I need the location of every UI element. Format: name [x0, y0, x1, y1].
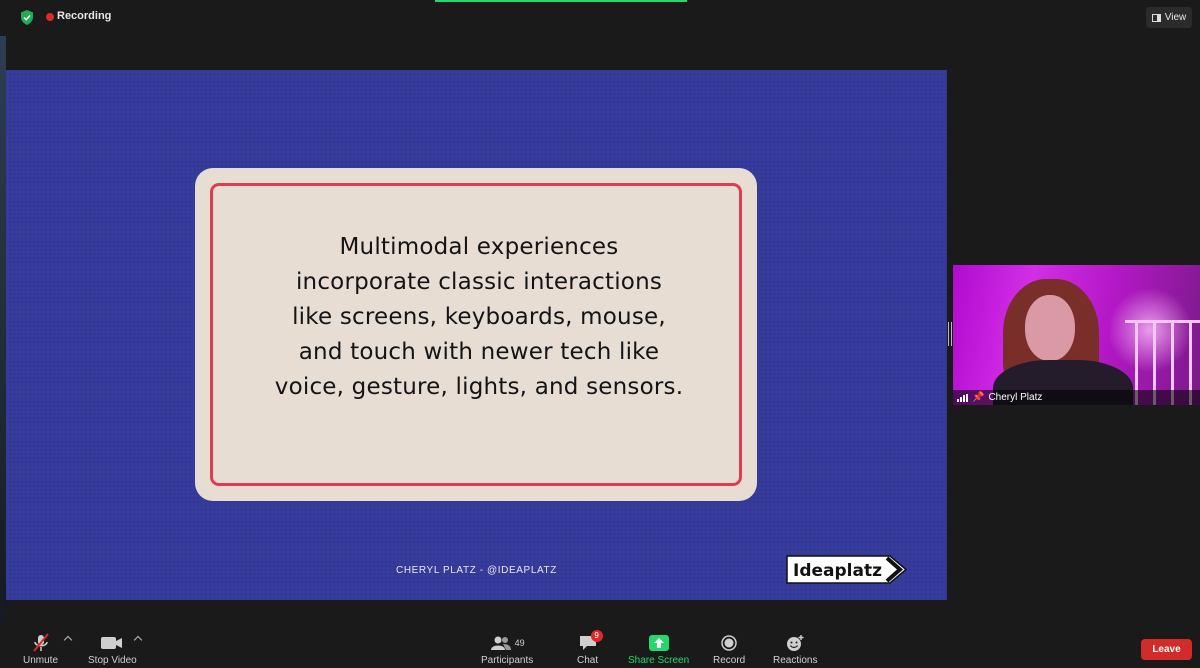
view-label: View [1164, 12, 1187, 23]
slide-card-border: Multimodal experiences incorporate class… [210, 183, 742, 486]
slide-line: voice, gesture, lights, and sensors. [274, 374, 684, 400]
chat-unread-badge: 9 [590, 630, 603, 642]
view-icon [1151, 13, 1161, 22]
participants-button[interactable]: 49 Participants [481, 633, 533, 666]
participants-count: 49 [514, 638, 525, 648]
chat-button[interactable]: 9 Chat [577, 630, 603, 666]
view-button[interactable]: View [1146, 7, 1192, 28]
participant-name: Cheryl Platz [988, 392, 1043, 403]
meeting-toolbar: Unmute Stop Video 49 Participants 9 Chat… [0, 627, 1200, 668]
slide-body-text: Multimodal experiences incorporate class… [213, 230, 745, 405]
record-label: Record [713, 655, 746, 666]
participant-video[interactable] [953, 265, 1200, 405]
panel-resize-handle[interactable] [948, 322, 952, 346]
stop-video-button[interactable]: Stop Video [88, 633, 137, 666]
video-camera-icon [101, 637, 123, 649]
slide-credit: CHERYL PLATZ - @IDEAPLATZ [396, 565, 557, 576]
slide-line: like screens, keyboards, mouse, [292, 304, 666, 330]
share-screen-icon [648, 635, 669, 651]
signal-bars-icon [957, 393, 968, 402]
security-shield-icon[interactable] [20, 10, 34, 25]
record-icon [721, 635, 737, 651]
reactions-label: Reactions [773, 655, 818, 666]
meeting-top-bar: Recording View [0, 0, 1200, 36]
recording-dot-icon [46, 13, 54, 21]
share-screen-label: Share Screen [628, 655, 690, 666]
stop-video-label: Stop Video [88, 655, 137, 666]
shared-slide: Multimodal experiences incorporate class… [6, 70, 947, 600]
unmute-button[interactable]: Unmute [23, 633, 58, 666]
participant-name-tag: 📌 Cheryl Platz [953, 390, 1200, 405]
slide-line: incorporate classic interactions [295, 269, 663, 295]
muted-microphone-icon [32, 633, 49, 652]
record-button[interactable]: Record [713, 633, 745, 666]
recording-label: Recording [57, 10, 112, 22]
participants-icon [490, 636, 511, 650]
slide-line: Multimodal experiences [339, 234, 619, 260]
share-screen-button[interactable]: Share Screen [628, 633, 689, 666]
ideaplatz-logo-text: Ideaplatz [793, 561, 882, 581]
participants-label: Participants [481, 655, 534, 666]
slide-line: and touch with newer tech like [298, 339, 660, 365]
chat-label: Chat [577, 655, 599, 666]
share-indicator-line [435, 0, 687, 2]
unmute-label: Unmute [23, 655, 59, 666]
slide-card: Multimodal experiences incorporate class… [195, 168, 757, 501]
audio-options-caret-icon[interactable] [63, 635, 73, 645]
ideaplatz-logo: Ideaplatz [786, 555, 908, 584]
pin-icon: 📌 [972, 392, 985, 403]
leave-button[interactable]: Leave [1141, 639, 1192, 660]
reactions-button[interactable]: Reactions [773, 633, 817, 666]
reactions-smiley-icon [787, 634, 804, 651]
